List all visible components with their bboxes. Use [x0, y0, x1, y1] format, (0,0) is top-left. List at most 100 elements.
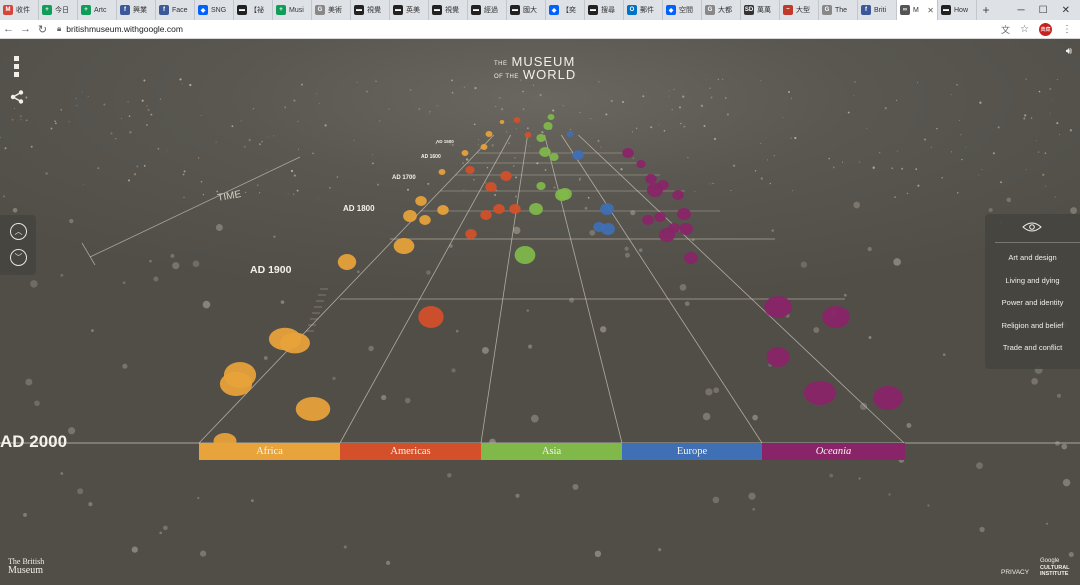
dust-particle: [960, 134, 962, 136]
region-americas[interactable]: Americas: [340, 443, 481, 460]
back-arrow-icon[interactable]: ←: [0, 23, 17, 35]
artefact-dot: [529, 203, 543, 215]
browser-tab[interactable]: ▬ 搜尋: [585, 0, 624, 20]
dust-particle: [54, 120, 56, 122]
reload-icon[interactable]: ↻: [34, 23, 51, 36]
dust-particle: [594, 550, 602, 558]
browser-tab[interactable]: ▬ 視覺: [429, 0, 468, 20]
dust-particle: [332, 376, 336, 381]
close-tab-icon[interactable]: ✕: [927, 6, 934, 15]
dust-particle: [650, 126, 653, 129]
artefact-dot: [536, 134, 546, 142]
dust-particle: [610, 99, 613, 103]
browser-tab[interactable]: f Briti: [858, 0, 897, 20]
dust-particle: [20, 119, 22, 121]
page-icon: ▬: [471, 5, 481, 15]
dust-particle: [732, 164, 736, 167]
filter-item[interactable]: Living and dying: [985, 276, 1080, 285]
british-museum-logo[interactable]: The British Museum: [8, 557, 44, 576]
artefact-dot: [600, 203, 614, 215]
privacy-link[interactable]: PRIVACY: [1001, 569, 1029, 576]
artefact-dot: [822, 306, 850, 328]
dust-particle: [713, 137, 717, 141]
filter-item[interactable]: Art and design: [985, 253, 1080, 262]
dust-particle: [267, 136, 269, 138]
address-bar[interactable]: 🔒︎ britishmuseum.withgoogle.com: [57, 22, 987, 37]
menu-icon[interactable]: [12, 56, 22, 80]
browser-tab[interactable]: f Face: [156, 0, 195, 20]
dust-particle: [181, 83, 183, 84]
maximize-icon[interactable]: ☐: [1039, 5, 1048, 16]
artefact-dot: [403, 210, 417, 222]
browser-tab[interactable]: G 美術: [312, 0, 351, 20]
region-africa[interactable]: Africa: [199, 443, 340, 460]
browser-menu-icon[interactable]: ⋮: [1062, 24, 1072, 35]
browser-tab[interactable]: ▬ 視覺: [351, 0, 390, 20]
browser-tab[interactable]: O 郵件: [624, 0, 663, 20]
dust-particle: [553, 186, 556, 189]
dust-particle: [1042, 173, 1045, 176]
filter-item[interactable]: Religion and belief: [985, 321, 1080, 330]
browser-tab[interactable]: SD 萬萬: [741, 0, 780, 20]
browser-tab[interactable]: M 收件: [0, 0, 39, 20]
dust-particle: [69, 218, 74, 224]
dust-particle: [183, 170, 186, 173]
artefact-dot: [593, 222, 605, 232]
browser-tab[interactable]: ▬ 【祕: [234, 0, 273, 20]
flag-icon: ~: [783, 5, 793, 15]
sound-icon[interactable]: 🔊︎: [1066, 46, 1072, 57]
share-icon[interactable]: [10, 90, 24, 104]
eye-icon[interactable]: [1022, 222, 1042, 232]
close-window-icon[interactable]: ✕: [1062, 5, 1070, 16]
dust-particle: [75, 97, 77, 99]
browser-tab[interactable]: f 興業: [117, 0, 156, 20]
bookmark-star-icon[interactable]: ☆: [1020, 24, 1029, 35]
region-europe[interactable]: Europe: [622, 443, 762, 460]
dust-particle: [266, 169, 268, 170]
region-asia[interactable]: Asia: [481, 443, 622, 460]
browser-tab[interactable]: ◆ 空間: [663, 0, 702, 20]
dust-particle: [146, 105, 148, 107]
region-oceania[interactable]: Oceania: [762, 443, 905, 460]
browser-tab[interactable]: + 今日: [39, 0, 78, 20]
browser-tab[interactable]: ▬ How: [938, 0, 977, 20]
browser-tab[interactable]: ▬ 英美: [390, 0, 429, 20]
time-up-button[interactable]: ︿: [10, 223, 27, 240]
browser-tab[interactable]: ◆ SNG: [195, 0, 234, 20]
dust-particle: [506, 131, 508, 133]
dust-particle: [34, 400, 40, 407]
dust-particle: [336, 176, 339, 178]
dust-particle: [859, 161, 861, 163]
time-down-button[interactable]: ﹀: [10, 249, 27, 266]
dust-particle: [992, 152, 995, 155]
new-tab-button[interactable]: +: [977, 3, 995, 17]
translate-icon[interactable]: ⽂: [1001, 23, 1010, 36]
perspective-line: [480, 134, 528, 444]
browser-tab[interactable]: + Artc: [78, 0, 117, 20]
filter-item[interactable]: Trade and conflict: [985, 343, 1080, 352]
profile-avatar[interactable]: 典藏: [1039, 22, 1052, 36]
dust-particle: [1059, 133, 1061, 135]
browser-tab[interactable]: ▬ 經過: [468, 0, 507, 20]
browser-tab[interactable]: ~ 大型: [780, 0, 819, 20]
forward-arrow-icon[interactable]: →: [17, 23, 34, 35]
dust-particle: [658, 548, 662, 552]
artefact-dot: [566, 131, 574, 137]
dust-particle: [1061, 443, 1068, 450]
browser-tab[interactable]: G The: [819, 0, 858, 20]
dust-particle: [598, 81, 600, 83]
dust-particle: [942, 353, 946, 357]
google-cultural-institute-logo[interactable]: Google CULTURAL INSTITUTE: [1040, 558, 1070, 578]
browser-tab-active[interactable]: ∞ M ✕: [897, 0, 938, 20]
browser-tab[interactable]: + Musi: [273, 0, 312, 20]
dust-particle: [923, 138, 927, 141]
artefact-dot: [679, 223, 693, 235]
minimize-icon[interactable]: ─: [1018, 5, 1025, 16]
dust-particle: [632, 157, 635, 160]
browser-tab-label: 搜尋: [601, 7, 615, 14]
filter-item[interactable]: Power and identity: [985, 298, 1080, 307]
artefact-dot: [672, 190, 684, 200]
browser-tab[interactable]: ◆ 【奕: [546, 0, 585, 20]
browser-tab[interactable]: ▬ 國大: [507, 0, 546, 20]
browser-tab[interactable]: G 大都: [702, 0, 741, 20]
